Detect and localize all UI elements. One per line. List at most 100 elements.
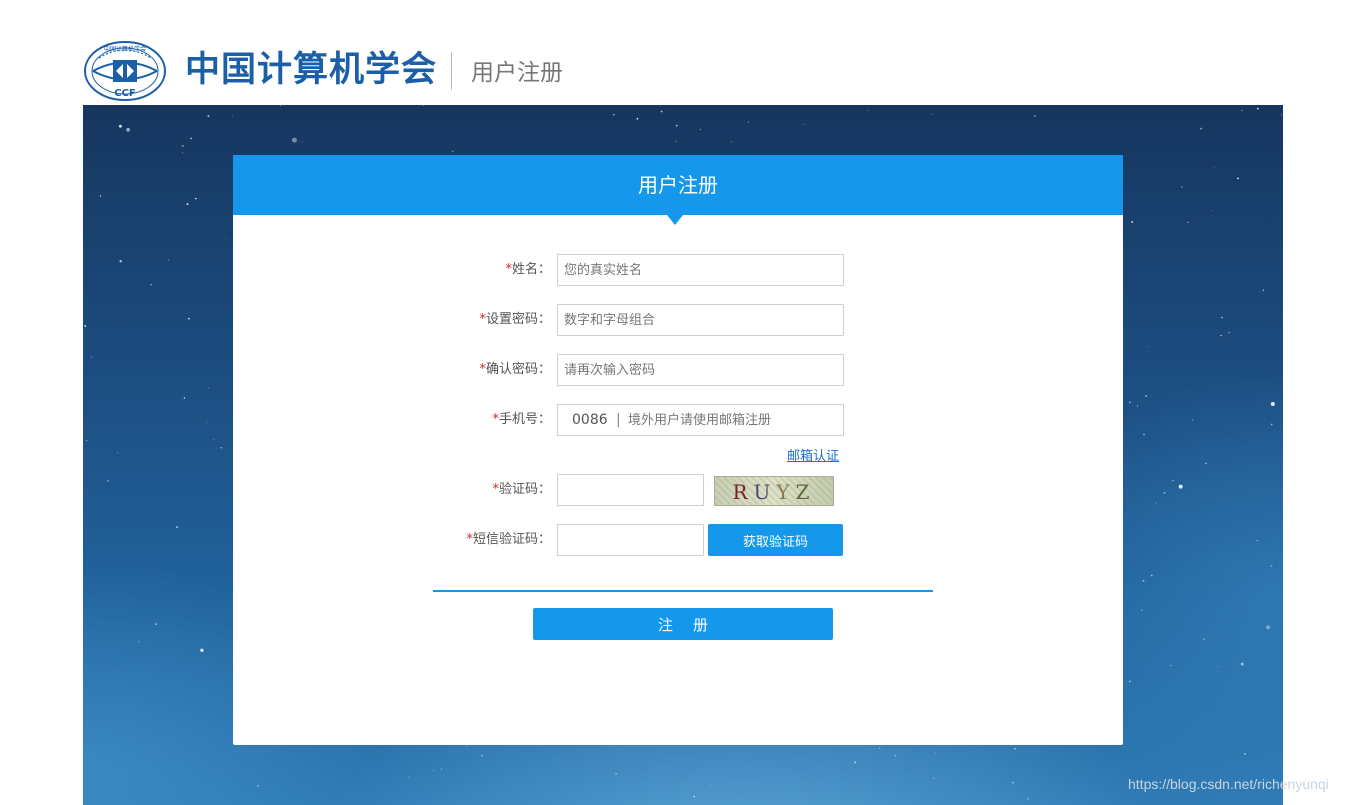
captcha-row: *验证码： RUYZ — [233, 474, 1123, 506]
star-dot — [138, 641, 140, 643]
star-dot — [1163, 492, 1166, 494]
star-dot — [85, 440, 88, 442]
star-dot — [231, 115, 233, 117]
phone-country-code[interactable]: 0086 — [572, 405, 608, 435]
name-label-text: 姓名： — [511, 262, 551, 277]
star-dot — [730, 141, 732, 143]
star-dot — [1191, 419, 1194, 421]
star-dot — [615, 773, 617, 775]
star-dot — [208, 387, 210, 389]
sms-code-label: *短信验证码： — [466, 524, 551, 556]
star-dot — [1262, 289, 1265, 292]
name-label: *姓名： — [505, 254, 551, 286]
star-dot — [452, 150, 454, 152]
star-dot — [1280, 114, 1282, 116]
star-dot — [1241, 109, 1243, 112]
star-dot — [422, 105, 425, 106]
star-dot — [1244, 753, 1246, 755]
star-dot — [200, 648, 204, 652]
star-dot — [126, 127, 130, 132]
captcha-char: R — [732, 480, 754, 504]
star-dot — [213, 439, 215, 440]
star-dot — [747, 121, 750, 123]
star-dot — [1145, 395, 1147, 397]
star-dot — [190, 137, 192, 140]
name-input[interactable] — [557, 254, 844, 286]
confirm-password-label: *确认密码： — [479, 354, 551, 386]
sms-code-input[interactable] — [557, 524, 704, 556]
password-input[interactable] — [557, 304, 844, 336]
star-dot — [699, 129, 701, 131]
get-sms-code-button[interactable]: 获取验证码 — [708, 524, 843, 556]
sms-code-label-text: 短信验证码： — [472, 532, 551, 547]
star-dot — [1129, 401, 1131, 404]
star-dot — [1266, 625, 1271, 630]
star-dot — [675, 124, 678, 127]
star-dot — [176, 526, 179, 529]
star-dot — [1187, 221, 1189, 224]
card-title: 用户注册 — [638, 173, 718, 197]
star-dot — [441, 768, 442, 770]
form-divider — [433, 590, 933, 592]
star-dot — [188, 317, 190, 320]
phone-input[interactable] — [628, 406, 838, 434]
name-row: *姓名： — [233, 254, 1123, 286]
card-header: 用户注册 — [233, 155, 1123, 215]
star-dot — [220, 447, 222, 449]
star-dot — [1172, 480, 1174, 482]
card-header-arrow — [667, 215, 683, 225]
star-dot — [1148, 345, 1150, 347]
password-label-text: 设置密码： — [485, 312, 551, 327]
captcha-image[interactable]: RUYZ — [714, 476, 834, 506]
star-dot — [931, 113, 933, 115]
registration-card: 用户注册 *姓名： *设置密码： *确认密码： *手机号： 0086 | — [233, 155, 1123, 745]
star-dot — [90, 356, 93, 358]
captcha-input[interactable] — [557, 474, 704, 506]
star-dot — [879, 747, 881, 749]
site-header: CCF 中国计算机学会 中国计算机学会 用户注册 — [83, 38, 1283, 104]
star-dot — [195, 197, 197, 200]
star-dot — [660, 110, 663, 113]
star-dot — [1129, 680, 1131, 683]
logo-emblem-text: CCF — [114, 88, 136, 99]
star-dot — [183, 397, 186, 399]
phone-label: *手机号： — [492, 404, 551, 436]
star-dot — [854, 761, 856, 764]
logo-emblem-ring-text: 中国计算机学会 — [104, 45, 146, 53]
star-dot — [107, 480, 110, 482]
star-dot — [803, 124, 805, 125]
star-dot — [1151, 574, 1153, 577]
star-dot — [1027, 798, 1029, 800]
star-dot — [99, 195, 102, 197]
star-dot — [1211, 210, 1213, 212]
star-dot — [1270, 423, 1273, 426]
captcha-char: U — [753, 480, 777, 504]
star-dot — [1169, 664, 1172, 667]
star-dot — [894, 754, 897, 757]
confirm-password-input[interactable] — [557, 354, 844, 386]
star-dot — [636, 117, 639, 120]
star-dot — [1256, 540, 1258, 542]
register-button[interactable]: 注册 — [533, 608, 833, 640]
star-dot — [117, 452, 119, 454]
email-verify-link[interactable]: 邮箱认证 — [787, 445, 839, 464]
star-dot — [1270, 565, 1273, 567]
star-dot — [867, 109, 869, 111]
star-dot — [119, 260, 122, 263]
star-dot — [1240, 662, 1244, 666]
star-dot — [1200, 127, 1203, 130]
star-dot — [1214, 167, 1216, 168]
watermark: https://blog.csdn.net/richenyunqi — [1128, 776, 1329, 792]
sms-code-row: *短信验证码： 获取验证码 — [233, 524, 1123, 556]
star-dot — [1237, 177, 1239, 180]
star-dot — [675, 140, 677, 143]
star-dot — [481, 754, 483, 757]
star-dot — [1270, 402, 1275, 406]
phone-label-text: 手机号： — [498, 412, 551, 427]
header-subtitle: 用户注册 — [471, 60, 563, 86]
star-dot — [1178, 484, 1183, 489]
star-dot — [1012, 781, 1014, 784]
star-dot — [301, 140, 303, 142]
star-dot — [1141, 609, 1143, 611]
star-dot — [1034, 115, 1036, 117]
